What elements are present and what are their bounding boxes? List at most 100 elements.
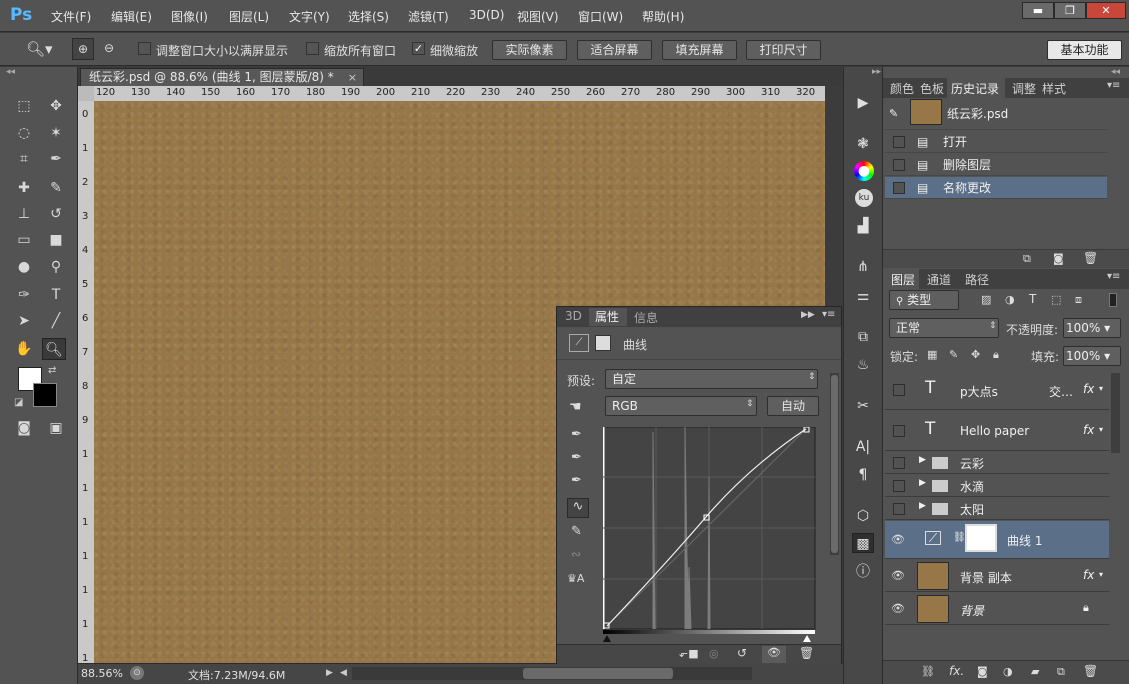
properties-scrollbar[interactable] xyxy=(830,373,839,555)
add-mask-icon[interactable]: ◙ xyxy=(977,665,988,678)
expand-effects-icon[interactable]: ▾ xyxy=(1099,384,1103,393)
eyedropper-tool-icon[interactable]: ✒ xyxy=(44,148,68,170)
layer-name[interactable]: 水滴 xyxy=(960,478,984,495)
layer-mask-thumbnail[interactable] xyxy=(965,524,997,552)
scroll-left-icon[interactable]: ◀ xyxy=(340,668,347,678)
expand-group-icon[interactable]: ▶ xyxy=(919,455,926,465)
channel-select[interactable]: RGB xyxy=(605,396,757,416)
screen-mode-icon[interactable]: ▣ xyxy=(44,417,68,439)
on-image-adjust-icon[interactable]: ☚ xyxy=(569,399,582,415)
add-style-icon[interactable]: fx. xyxy=(949,664,964,678)
swap-colors-icon[interactable]: ⇄ xyxy=(48,365,56,376)
magic-wand-tool-icon[interactable]: ✶ xyxy=(44,122,68,144)
fx-icon[interactable]: fx xyxy=(1083,568,1094,582)
tab-color[interactable]: 颜色 xyxy=(890,80,914,97)
layer-name[interactable]: 曲线 1 xyxy=(1007,532,1042,549)
menu-type[interactable]: 文字(Y) xyxy=(289,8,330,25)
marquee-tool-icon[interactable]: ⬚ xyxy=(12,95,36,117)
preset-select[interactable]: 自定 xyxy=(605,369,818,389)
menu-view[interactable]: 视图(V) xyxy=(517,8,559,25)
fit-screen-button[interactable]: 适合屏幕 xyxy=(577,40,652,60)
tool-presets-icon[interactable]: ⋔ xyxy=(852,257,874,277)
delete-state-icon[interactable]: 🗑︎ xyxy=(1083,251,1098,265)
blur-tool-icon[interactable]: ● xyxy=(12,256,36,278)
layer-visibility-toggle[interactable] xyxy=(893,425,905,437)
curves-adjustment-icon[interactable]: ⟋ xyxy=(569,334,589,352)
kuler-icon[interactable]: ku xyxy=(855,189,873,207)
layer-group-row[interactable]: ▶ 云彩 xyxy=(885,452,1109,474)
crop-tool-icon[interactable]: ⌗ xyxy=(12,148,36,170)
histogram-icon[interactable]: ▟ xyxy=(852,216,874,236)
auto-button[interactable]: 自动 xyxy=(767,396,819,416)
history-brush-tool-icon[interactable]: ↺ xyxy=(44,203,68,225)
layers-menu-icon[interactable]: ▾≡ xyxy=(1107,271,1120,282)
history-source-checkbox[interactable] xyxy=(893,136,905,148)
zoom-in-icon[interactable]: ⊕ xyxy=(72,38,94,60)
draw-curve-icon[interactable]: ✎ xyxy=(571,524,582,539)
tab-history[interactable]: 历史记录 xyxy=(947,78,1005,98)
resize-windows-checkbox[interactable] xyxy=(138,42,151,55)
new-document-from-state-icon[interactable]: ⧉ xyxy=(1023,252,1031,266)
menu-window[interactable]: 窗口(W) xyxy=(578,8,623,25)
layer-row[interactable]: 👁︎ 背景 🔒︎ xyxy=(885,593,1109,625)
color-wheel-icon[interactable]: ● xyxy=(854,161,874,181)
clone-source-icon[interactable]: ⧉ xyxy=(852,327,874,347)
delete-adjustment-icon[interactable]: 🗑︎ xyxy=(799,646,814,660)
toggle-visibility-icon[interactable]: 👁︎ xyxy=(762,646,786,663)
tab-styles[interactable]: 样式 xyxy=(1042,80,1066,97)
zoom-out-icon[interactable]: ⊖ xyxy=(98,38,120,60)
white-point-eyedropper-icon[interactable]: ✒ xyxy=(571,473,582,488)
eraser-tool-icon[interactable]: ▭ xyxy=(12,229,36,251)
fill-screen-button[interactable]: 填充屏幕 xyxy=(662,40,737,60)
menu-image[interactable]: 图像(I) xyxy=(171,8,208,25)
close-document-icon[interactable]: × xyxy=(348,69,357,86)
fill-input[interactable]: 100% ▾ xyxy=(1063,346,1121,366)
layer-row[interactable]: 👁︎ 背景 副本 fx ▾ xyxy=(885,560,1109,592)
menu-select[interactable]: 选择(S) xyxy=(348,8,389,25)
layer-visibility-toggle[interactable] xyxy=(893,457,905,469)
clone-stamp-tool-icon[interactable]: ⊥ xyxy=(12,203,36,225)
new-snapshot-icon[interactable]: ◙ xyxy=(1053,252,1064,265)
brush-tool-icon[interactable]: ✎ xyxy=(44,177,68,199)
vertical-ruler[interactable]: 01234567891111111 xyxy=(78,101,94,664)
quick-mask-icon[interactable]: ◙ xyxy=(12,417,36,439)
menu-filter[interactable]: 滤镜(T) xyxy=(408,8,449,25)
eye-icon[interactable]: 👁︎ xyxy=(891,569,905,582)
snapshot-source-icon[interactable]: ✎ xyxy=(889,98,898,130)
menu-file[interactable]: 文件(F) xyxy=(51,8,91,25)
link-layers-icon[interactable]: ⛓ xyxy=(921,665,935,678)
pen-tool-icon[interactable]: ✑ xyxy=(12,284,36,306)
expand-effects-icon[interactable]: ▾ xyxy=(1099,570,1103,579)
clipping-warning-icon[interactable]: ♛A xyxy=(567,572,584,585)
reset-adjustment-icon[interactable]: ↺ xyxy=(737,646,747,660)
filter-shape-icon[interactable]: ⬚ xyxy=(1051,293,1061,306)
gradient-tool-icon[interactable]: ■ xyxy=(44,229,68,251)
history-source-checkbox[interactable] xyxy=(893,182,905,194)
info-icon[interactable]: ⓘ xyxy=(852,562,874,582)
layer-visibility-toggle[interactable] xyxy=(893,503,905,515)
expand-panel-icon[interactable]: ▶▶ xyxy=(801,310,815,320)
black-point-eyedropper-icon[interactable]: ✒ xyxy=(571,427,582,442)
layers-scrollbar[interactable] xyxy=(1111,373,1120,453)
eye-icon[interactable]: 👁︎ xyxy=(891,602,905,615)
history-item-selected[interactable]: ▤ 名称更改 xyxy=(885,177,1107,199)
layer-name[interactable]: 云彩 xyxy=(960,455,984,472)
layer-row-selected[interactable]: 👁︎ ⟋ ⛓ 曲线 1 xyxy=(885,521,1109,559)
character-icon[interactable]: A| xyxy=(852,437,874,457)
delete-layer-icon[interactable]: 🗑︎ xyxy=(1083,664,1098,678)
opacity-input[interactable]: 100% ▾ xyxy=(1063,318,1121,338)
zoom-tool-preset-icon[interactable]: 🔍︎▾ xyxy=(26,40,53,58)
layer-visibility-toggle[interactable] xyxy=(893,384,905,396)
stamp-source-icon[interactable]: ♨ xyxy=(852,355,874,375)
layer-name[interactable]: 背景 xyxy=(960,602,984,619)
lock-pixels-icon[interactable]: ✎ xyxy=(949,348,958,361)
scrubby-zoom-checkbox[interactable]: ✓ xyxy=(412,42,425,55)
lock-all-icon[interactable]: 🔒︎ xyxy=(993,348,999,362)
status-share-icon[interactable]: ⊙ xyxy=(130,666,144,680)
fx-icon[interactable]: fx xyxy=(1083,423,1094,437)
brush-settings-icon[interactable]: ❃ xyxy=(852,134,874,154)
new-group-icon[interactable]: ▰ xyxy=(1031,665,1039,678)
panel-menu-icon[interactable]: ▾≡ xyxy=(822,309,835,320)
line-tool-icon[interactable]: ╱ xyxy=(44,310,68,332)
expand-group-icon[interactable]: ▶ xyxy=(919,501,926,511)
